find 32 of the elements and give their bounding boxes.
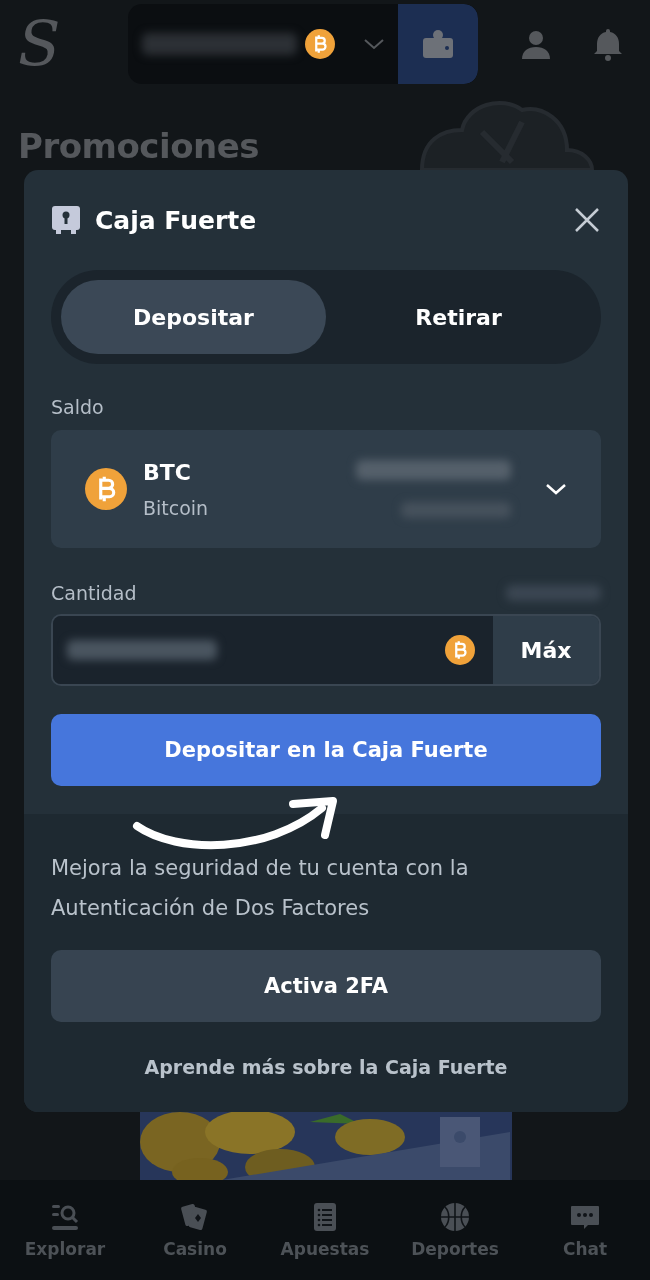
nav-item[interactable]: Explorar [5, 1200, 125, 1260]
balance-selector[interactable] [128, 4, 478, 84]
currency-code: BTC [143, 459, 192, 485]
chevron-down-icon [545, 482, 567, 496]
bitcoin-icon [305, 29, 335, 59]
currency-selector[interactable]: BTC Bitcoin [51, 430, 601, 548]
user-icon[interactable] [520, 28, 552, 60]
close-icon [573, 206, 601, 234]
logo[interactable]: S [18, 13, 76, 75]
learn-more-link[interactable]: Aprende más sobre la Caja Fuerte [51, 1056, 601, 1078]
wallet-icon [421, 29, 455, 59]
wallet-button[interactable] [398, 4, 478, 84]
safe-icon [51, 205, 81, 235]
deposit-button[interactable]: Depositar en la Caja Fuerte [51, 714, 601, 786]
page-title: Promociones [18, 126, 259, 166]
nav-item[interactable]: Casino [135, 1200, 255, 1260]
basketball-icon [439, 1201, 471, 1233]
enable-2fa-button[interactable]: Activa 2FA [51, 950, 601, 1022]
nav-item[interactable]: Deportes [395, 1200, 515, 1260]
security-text: Mejora la seguridad de tu cuenta con la Autenticación de Dos Factores [51, 855, 470, 922]
tab[interactable]: Retirar [326, 280, 591, 354]
nav-item[interactable]: Chat [525, 1200, 645, 1260]
chevron-down-icon [363, 37, 385, 51]
field-label: Saldo [51, 396, 105, 418]
nav-item[interactable]: Apuestas [265, 1200, 385, 1260]
close-button[interactable] [573, 206, 601, 234]
bitcoin-icon [85, 468, 127, 510]
currency-name: Bitcoin [143, 496, 209, 519]
bell-icon[interactable] [592, 27, 624, 61]
tab[interactable]: Depositar [61, 280, 326, 354]
modal-title: Caja Fuerte [95, 205, 257, 235]
field-label: Cantidad [51, 582, 137, 604]
